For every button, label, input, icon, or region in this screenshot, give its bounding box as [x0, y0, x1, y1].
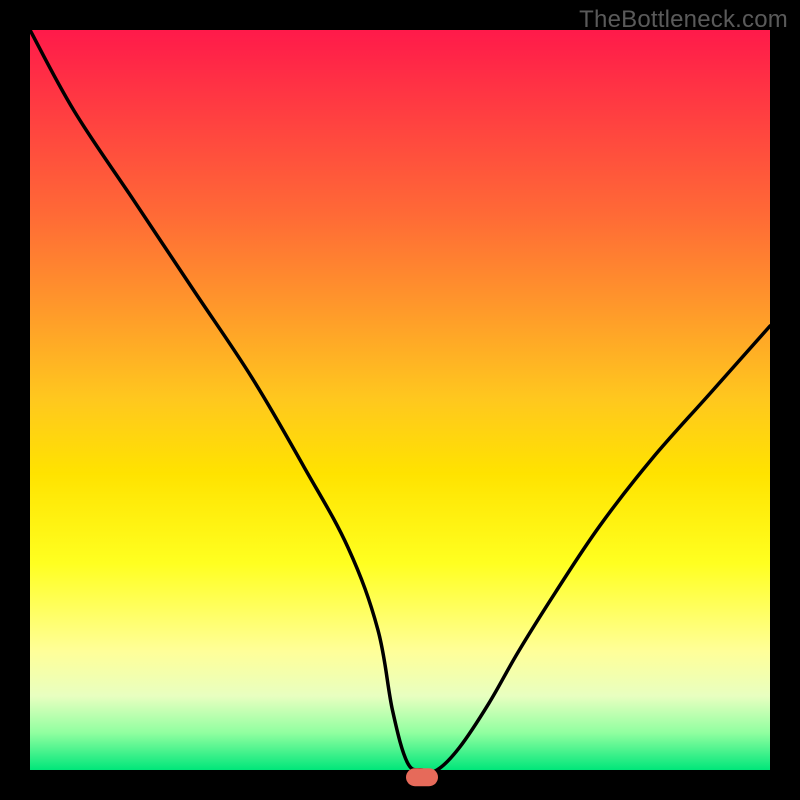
plot-area: [30, 30, 770, 770]
bottleneck-marker: [406, 768, 438, 786]
watermark-text: TheBottleneck.com: [579, 6, 788, 34]
chart-frame: TheBottleneck.com: [0, 0, 800, 800]
plot-background-gradient: [30, 30, 770, 770]
